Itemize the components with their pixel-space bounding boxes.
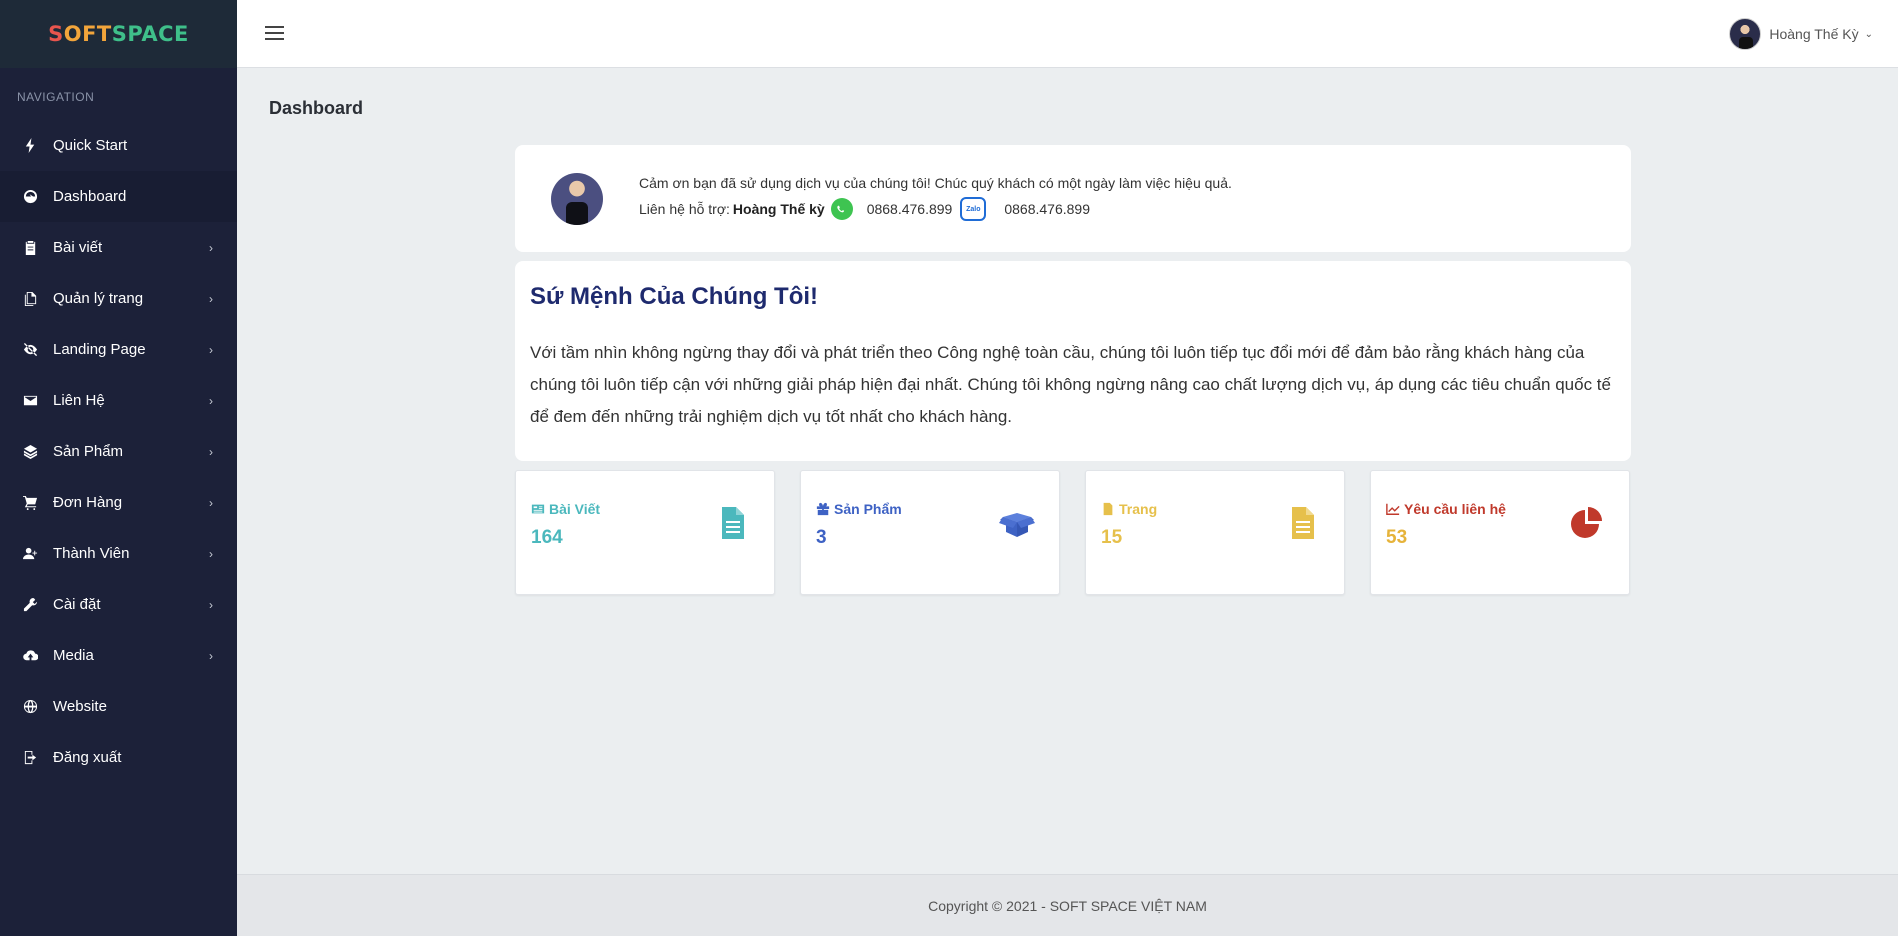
support-label: Liên hệ hỗ trợ: <box>639 201 730 217</box>
welcome-card: Cảm ơn bạn đã sử dụng dịch vụ của chúng … <box>515 145 1631 252</box>
chevron-down-icon: ⌄ <box>1864 28 1873 40</box>
pie-chart-icon <box>1571 507 1602 538</box>
stat-value: 164 <box>531 527 563 548</box>
sidebar-item-media[interactable]: Media › <box>0 630 237 681</box>
zalo-icon[interactable]: Zalo <box>960 197 987 221</box>
sidebar-item-label: Bài viết <box>53 239 103 256</box>
stat-card-yeu-cau-lien-he[interactable]: Yêu cầu liên hệ 53 <box>1370 470 1630 595</box>
chevron-right-icon: › <box>209 495 213 510</box>
sidebar-item-lien-he[interactable]: Liên Hệ › <box>0 375 237 426</box>
sidebar-item-dashboard[interactable]: Dashboard <box>0 171 237 222</box>
sidebar-item-label: Liên Hệ <box>53 392 105 409</box>
brand-logo[interactable]: SOFTSPACE <box>0 0 237 68</box>
stat-value: 15 <box>1101 527 1123 548</box>
sidebar-item-website[interactable]: Website <box>0 681 237 732</box>
sidebar-item-label: Quick Start <box>53 137 128 154</box>
stat-value: 53 <box>1386 527 1408 548</box>
file-copy-icon <box>20 289 40 309</box>
chevron-right-icon: › <box>209 342 213 357</box>
clipboard-icon <box>20 238 40 258</box>
cart-icon <box>20 493 40 513</box>
user-menu[interactable]: Hoàng Thế Kỳ ⌄ <box>1729 18 1873 50</box>
chevron-right-icon: › <box>209 240 213 255</box>
chevron-right-icon: › <box>209 291 213 306</box>
avatar <box>1729 18 1762 50</box>
gift-icon <box>816 502 830 516</box>
sidebar-item-label: Thành Viên <box>53 545 130 562</box>
support-avatar <box>551 173 603 225</box>
copyright-text: Copyright © 2021 - SOFT SPACE VIỆT NAM <box>928 897 1207 914</box>
sidebar-item-label: Dashboard <box>53 188 127 205</box>
chevron-right-icon: › <box>209 597 213 612</box>
sidebar-item-landing-page[interactable]: Landing Page › <box>0 324 237 375</box>
chevron-right-icon: › <box>209 444 213 459</box>
stat-label: Trang <box>1101 501 1157 517</box>
sidebar-item-label: Quản lý trang <box>53 290 144 307</box>
zalo-phone[interactable]: 0868.476.899 <box>1004 201 1090 217</box>
cloud-upload-icon <box>20 646 40 666</box>
brand-logo-oft: OFT <box>63 22 112 46</box>
top-bar: Hoàng Thế Kỳ ⌄ <box>237 0 1898 68</box>
sidebar-item-label: Website <box>53 698 107 715</box>
sidebar-item-dang-xuat[interactable]: Đăng xuất <box>0 732 237 783</box>
sidebar: SOFTSPACE NAVIGATION Quick Start Dashboa… <box>0 0 237 936</box>
support-contact: Liên hệ hỗ trợ: Hoàng Thế kỳ 0868.476.89… <box>639 197 1090 221</box>
sidebar-nav: Quick Start Dashboard Bài viết › Quản lý… <box>0 120 237 783</box>
stat-label: Yêu cầu liên hệ <box>1386 501 1506 517</box>
layers-icon <box>20 442 40 462</box>
document-icon <box>722 507 744 539</box>
sidebar-item-cai-dat[interactable]: Cài đặt › <box>0 579 237 630</box>
line-chart-icon <box>1386 503 1400 515</box>
sidebar-item-label: Đăng xuất <box>53 749 122 766</box>
sidebar-item-label: Media <box>53 647 94 664</box>
chevron-right-icon: › <box>209 393 213 408</box>
welcome-message: Cảm ơn bạn đã sử dụng dịch vụ của chúng … <box>639 175 1232 191</box>
eye-slash-icon <box>20 340 40 360</box>
page-title: Dashboard <box>269 98 364 118</box>
whatsapp-phone[interactable]: 0868.476.899 <box>867 201 953 217</box>
user-plus-icon <box>20 544 40 564</box>
newspaper-icon <box>531 504 545 514</box>
stat-label: Sản Phẩm <box>816 501 902 517</box>
sidebar-item-bai-viet[interactable]: Bài viết › <box>0 222 237 273</box>
menu-toggle-icon[interactable] <box>265 26 284 42</box>
sidebar-item-san-pham[interactable]: Sản Phẩm › <box>0 426 237 477</box>
sidebar-item-label: Sản Phẩm <box>53 443 124 460</box>
globe-icon <box>20 697 40 717</box>
whatsapp-icon[interactable] <box>830 198 853 220</box>
sidebar-item-quan-ly-trang[interactable]: Quản lý trang › <box>0 273 237 324</box>
envelope-icon <box>20 391 40 411</box>
stat-label: Bài Viết <box>531 501 600 517</box>
stat-card-trang[interactable]: Trang 15 <box>1085 470 1345 595</box>
mission-body: Với tầm nhìn không ngừng thay đổi và phá… <box>530 343 1611 426</box>
sign-out-icon <box>20 748 40 768</box>
sidebar-item-quick-start[interactable]: Quick Start <box>0 120 237 171</box>
user-name: Hoàng Thế Kỳ <box>1769 26 1859 42</box>
brand-logo-s: S <box>48 22 64 46</box>
sidebar-item-label: Đơn Hàng <box>53 494 123 511</box>
stat-card-bai-viet[interactable]: Bài Viết 164 <box>515 470 775 595</box>
sidebar-item-thanh-vien[interactable]: Thành Viên › <box>0 528 237 579</box>
chevron-right-icon: › <box>209 648 213 663</box>
box-open-icon <box>999 513 1035 537</box>
stat-card-san-pham[interactable]: Sản Phẩm 3 <box>800 470 1060 595</box>
chevron-right-icon: › <box>209 546 213 561</box>
mission-title: Sứ Mệnh Của Chúng Tôi! <box>530 283 819 310</box>
footer: Copyright © 2021 - SOFT SPACE VIỆT NAM <box>237 874 1898 936</box>
bolt-icon <box>20 136 40 156</box>
stat-value: 3 <box>816 527 827 548</box>
sidebar-item-label: Cài đặt <box>53 596 101 613</box>
brand-logo-space: SPACE <box>111 22 189 46</box>
sidebar-item-label: Landing Page <box>53 341 146 358</box>
file-icon <box>1103 502 1113 516</box>
mission-card: Sứ Mệnh Của Chúng Tôi! Với tầm nhìn khôn… <box>515 261 1631 461</box>
support-name: Hoàng Thế kỳ <box>732 201 825 217</box>
file-text-icon <box>1292 507 1314 539</box>
sidebar-item-don-hang[interactable]: Đơn Hàng › <box>0 477 237 528</box>
gauge-icon <box>20 187 40 207</box>
wrench-icon <box>20 595 40 615</box>
